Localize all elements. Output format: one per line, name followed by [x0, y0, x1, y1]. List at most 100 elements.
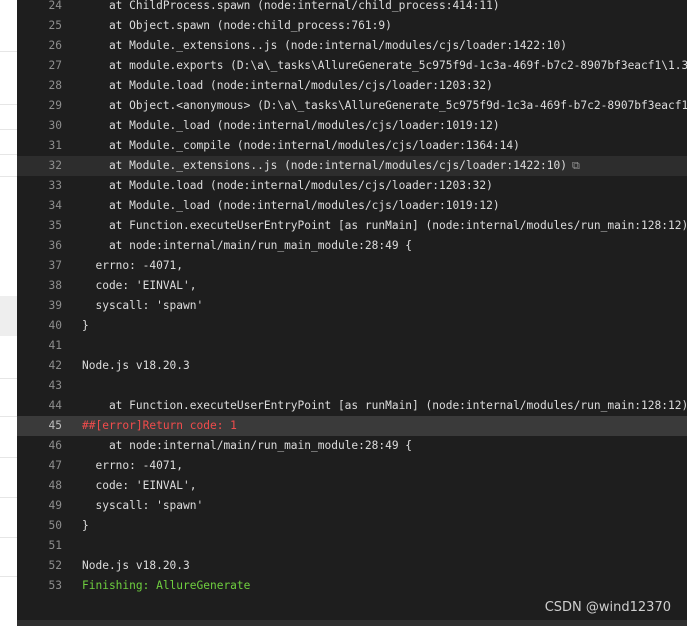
- link-icon[interactable]: ⧉: [572, 156, 580, 176]
- line-number[interactable]: 46: [29, 436, 62, 456]
- log-text: Finishing: AllureGenerate: [82, 579, 251, 592]
- console-log-panel[interactable]: 24 at ChildProcess.spawn (node:internal/…: [17, 0, 687, 626]
- log-text: ##[error]Return code: 1: [82, 419, 237, 432]
- log-text: at node:internal/main/run_main_module:28…: [82, 239, 413, 252]
- log-text: at Module._compile (node:internal/module…: [82, 139, 520, 152]
- log-text: }: [82, 519, 89, 532]
- log-text: at ChildProcess.spawn (node:internal/chi…: [82, 0, 500, 12]
- line-number[interactable]: 40: [29, 316, 62, 336]
- log-line[interactable]: 47 errno: -4071,: [17, 456, 687, 476]
- log-line[interactable]: 43: [17, 376, 687, 396]
- log-line[interactable]: 30 at Module._load (node:internal/module…: [17, 116, 687, 136]
- log-line[interactable]: 52 Node.js v18.20.3: [17, 556, 687, 576]
- log-text: at Object.spawn (node:child_process:761:…: [82, 19, 392, 32]
- log-text: at Module._extensions..js (node:internal…: [82, 159, 567, 172]
- log-line[interactable]: 35 at Function.executeUserEntryPoint [as…: [17, 216, 687, 236]
- log-text: at node:internal/main/run_main_module:28…: [82, 439, 413, 452]
- log-line[interactable]: 25 at Object.spawn (node:child_process:7…: [17, 16, 687, 36]
- line-number[interactable]: 26: [29, 36, 62, 56]
- log-line[interactable]: 42 Node.js v18.20.3: [17, 356, 687, 376]
- log-line[interactable]: 40}: [17, 316, 687, 336]
- sidebar-divider: [0, 104, 17, 105]
- log-text: at module.exports (D:\a\_tasks\AllureGen…: [82, 59, 687, 72]
- left-sidebar-panel: [0, 0, 17, 626]
- line-number[interactable]: 49: [29, 496, 62, 516]
- log-line[interactable]: 28 at Module.load (node:internal/modules…: [17, 76, 687, 96]
- log-line[interactable]: 48 code: 'EINVAL',: [17, 476, 687, 496]
- line-number[interactable]: 36: [29, 236, 62, 256]
- log-line[interactable]: 32 at Module._extensions..js (node:inter…: [17, 156, 687, 176]
- log-line[interactable]: 37 errno: -4071,: [17, 256, 687, 276]
- log-line[interactable]: 36 at node:internal/main/run_main_module…: [17, 236, 687, 256]
- line-number[interactable]: 45: [29, 416, 62, 436]
- line-number[interactable]: 25: [29, 16, 62, 36]
- line-number[interactable]: 48: [29, 476, 62, 496]
- line-number[interactable]: 32: [29, 156, 62, 176]
- line-number[interactable]: 47: [29, 456, 62, 476]
- log-line[interactable]: 45 ##[error]Return code: 1: [17, 416, 687, 436]
- line-number[interactable]: 24: [29, 0, 62, 16]
- log-line[interactable]: 29 at Object.<anonymous> (D:\a\_tasks\Al…: [17, 96, 687, 116]
- line-number[interactable]: 27: [29, 56, 62, 76]
- sidebar-divider: [0, 51, 17, 52]
- log-text: Node.js v18.20.3: [82, 559, 190, 572]
- sidebar-divider: [0, 176, 17, 177]
- log-line[interactable]: 51: [17, 536, 687, 556]
- line-number[interactable]: 37: [29, 256, 62, 276]
- log-line[interactable]: 38 code: 'EINVAL',: [17, 276, 687, 296]
- sidebar-divider: [0, 129, 17, 130]
- log-lines: 24 at ChildProcess.spawn (node:internal/…: [17, 0, 687, 596]
- line-number[interactable]: 38: [29, 276, 62, 296]
- line-number[interactable]: 53: [29, 576, 62, 596]
- line-number[interactable]: 31: [29, 136, 62, 156]
- line-number[interactable]: 43: [29, 376, 62, 396]
- log-text: syscall: 'spawn': [82, 299, 204, 312]
- log-line[interactable]: 24 at ChildProcess.spawn (node:internal/…: [17, 0, 687, 16]
- log-text: at Module._load (node:internal/modules/c…: [82, 199, 500, 212]
- log-text: at Module._load (node:internal/modules/c…: [82, 119, 500, 132]
- line-number[interactable]: 42: [29, 356, 62, 376]
- log-text: at Module.load (node:internal/modules/cj…: [82, 79, 493, 92]
- log-text: errno: -4071,: [82, 459, 184, 472]
- log-line[interactable]: 53 Finishing: AllureGenerate: [17, 576, 687, 596]
- log-text: at Function.executeUserEntryPoint [as ru…: [82, 219, 687, 232]
- log-text: at Object.<anonymous> (D:\a\_tasks\Allur…: [82, 99, 687, 112]
- line-number[interactable]: 41: [29, 336, 62, 356]
- sidebar-divider: [0, 576, 17, 577]
- line-number[interactable]: 50: [29, 516, 62, 536]
- log-line[interactable]: 50}: [17, 516, 687, 536]
- log-line[interactable]: 31 at Module._compile (node:internal/mod…: [17, 136, 687, 156]
- log-line[interactable]: 49 syscall: 'spawn': [17, 496, 687, 516]
- line-number[interactable]: 33: [29, 176, 62, 196]
- line-number[interactable]: 29: [29, 96, 62, 116]
- line-number[interactable]: 35: [29, 216, 62, 236]
- line-number[interactable]: 30: [29, 116, 62, 136]
- sidebar-selected-item[interactable]: [0, 296, 17, 336]
- log-line[interactable]: 34 at Module._load (node:internal/module…: [17, 196, 687, 216]
- log-line[interactable]: 39 syscall: 'spawn': [17, 296, 687, 316]
- log-text: syscall: 'spawn': [82, 499, 204, 512]
- log-text: at Function.executeUserEntryPoint [as ru…: [82, 399, 687, 412]
- line-number[interactable]: 39: [29, 296, 62, 316]
- log-line[interactable]: 41: [17, 336, 687, 356]
- line-number[interactable]: 34: [29, 196, 62, 216]
- horizontal-scrollbar[interactable]: [17, 620, 687, 626]
- line-number[interactable]: 51: [29, 536, 62, 556]
- log-line[interactable]: 26 at Module._extensions..js (node:inter…: [17, 36, 687, 56]
- log-line[interactable]: 44 at Function.executeUserEntryPoint [as…: [17, 396, 687, 416]
- line-number[interactable]: 52: [29, 556, 62, 576]
- log-line[interactable]: 46 at node:internal/main/run_main_module…: [17, 436, 687, 456]
- log-text: Node.js v18.20.3: [82, 359, 190, 372]
- log-text: errno: -4071,: [82, 259, 184, 272]
- log-line[interactable]: 27 at module.exports (D:\a\_tasks\Allure…: [17, 56, 687, 76]
- log-text: code: 'EINVAL',: [82, 479, 197, 492]
- line-number[interactable]: 28: [29, 76, 62, 96]
- log-text: at Module.load (node:internal/modules/cj…: [82, 179, 493, 192]
- log-text: at Module._extensions..js (node:internal…: [82, 39, 567, 52]
- log-text: code: 'EINVAL',: [82, 279, 197, 292]
- sidebar-divider: [0, 457, 17, 458]
- sidebar-divider: [0, 497, 17, 498]
- line-number[interactable]: 44: [29, 396, 62, 416]
- watermark: CSDN @wind12370: [544, 600, 671, 615]
- log-line[interactable]: 33 at Module.load (node:internal/modules…: [17, 176, 687, 196]
